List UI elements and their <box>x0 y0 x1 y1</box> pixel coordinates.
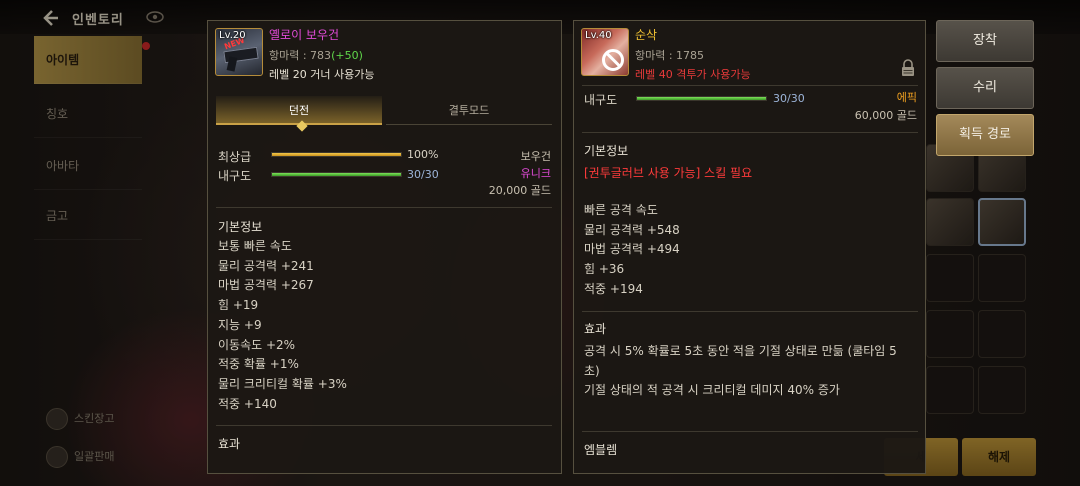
durability-bar-fill <box>637 97 766 100</box>
divider <box>216 425 552 426</box>
tab-dungeon[interactable]: 던전 <box>216 96 382 125</box>
item-requirement: 레벨 20 거너 사용가능 <box>269 68 375 81</box>
divider <box>582 85 918 86</box>
grade-percent: 100% <box>407 148 439 161</box>
effect-line: 공격 시 5% 확률로 5초 동안 적을 기절 상태로 만듦 (쿨타임 5초) <box>584 344 897 378</box>
resist-bonus: (+50) <box>331 49 363 62</box>
durability-bar-fill <box>272 173 401 176</box>
durability-label: 내구도 <box>584 93 618 107</box>
stat-line: 적중 +140 <box>218 396 277 411</box>
stat-line: 이동속도 +2% <box>218 337 296 352</box>
level-badge: Lv.20 <box>219 30 246 41</box>
equip-button[interactable]: 장착 <box>936 20 1034 62</box>
durability-bar <box>636 96 767 101</box>
acquire-path-button[interactable]: 획득 경로 <box>936 114 1034 156</box>
stat-line: 힘 +36 <box>584 262 625 277</box>
item-header: NEW Lv.20 옐로이 보우건 항마력 : 783(+50) 레벨 20 거… <box>208 21 561 85</box>
stat-line: 마법 공격력 +267 <box>218 278 314 293</box>
grade-bar <box>271 152 402 157</box>
grade-label: 최상급 <box>218 150 252 164</box>
item-price: 60,000 골드 <box>854 109 917 122</box>
stat-line: 물리 크리티컬 확률 +3% <box>218 376 347 391</box>
stat-line: 적중 확률 +1% <box>218 357 299 372</box>
stat-line: 빠른 공격 속도 <box>584 203 658 217</box>
stat-line: 힘 +19 <box>218 298 259 313</box>
divider <box>216 207 552 208</box>
durability-value: 30/30 <box>407 168 439 181</box>
effect-title: 효과 <box>584 322 607 336</box>
lock-icon[interactable] <box>901 59 915 77</box>
resist-label: 항마력 : 783 <box>269 49 332 62</box>
grade-bar-fill <box>272 153 401 156</box>
rarity-label: 유니크 <box>520 167 551 180</box>
resist-stat: 항마력 : 783(+50) <box>269 47 363 63</box>
effect-title: 효과 <box>218 437 241 451</box>
durability-label: 내구도 <box>218 169 252 183</box>
durability-value: 30/30 <box>773 92 805 105</box>
bowgun-item-icon: NEW Lv.20 <box>215 28 263 76</box>
resist-stat: 항마력 : 1785 <box>635 49 705 62</box>
basic-info-title: 기본정보 <box>584 144 629 158</box>
item-header: Lv.40 순삭 항마력 : 1785 레벨 40 격투가 사용가능 <box>574 21 925 85</box>
mode-tabs: 던전 결투모드 <box>216 96 552 132</box>
item-type: 보우건 <box>520 150 551 163</box>
item-requirement: 레벨 40 격투가 사용가능 <box>635 68 751 81</box>
stat-line: 마법 공격력 +494 <box>584 242 680 257</box>
equip-button-label: 장착 <box>973 33 997 48</box>
item-name: 순삭 <box>635 28 658 42</box>
repair-button-label: 수리 <box>973 80 997 95</box>
stat-line: 물리 공격력 +548 <box>584 222 680 237</box>
stat-line: 물리 공격력 +241 <box>218 258 314 273</box>
divider <box>582 431 918 432</box>
item-name: 옐로이 보우건 <box>269 28 340 42</box>
divider <box>582 311 918 312</box>
level-badge: Lv.40 <box>585 30 612 41</box>
effect-line: 기절 상태의 적 공격 시 크리티컬 데미지 40% 증가 <box>584 383 840 398</box>
stat-list: 빠른 공격 속도 물리 공격력 +548 마법 공격력 +494 힘 +36 적… <box>584 201 680 300</box>
divider <box>582 132 918 133</box>
item-tooltip-right: Lv.40 순삭 항마력 : 1785 레벨 40 격투가 사용가능 내구도 3… <box>573 20 926 474</box>
emblem-title: 엠블렘 <box>584 443 618 457</box>
stat-line: 적중 +194 <box>584 281 643 296</box>
stat-line: 보통 빠른 속도 <box>218 239 292 253</box>
acquire-path-button-label: 획득 경로 <box>959 127 1011 142</box>
item-tooltip-left: NEW Lv.20 옐로이 보우건 항마력 : 783(+50) 레벨 20 거… <box>207 20 562 474</box>
effect-text: 공격 시 5% 확률로 5초 동안 적을 기절 상태로 만듦 (쿨타임 5초) … <box>584 342 906 401</box>
repair-button[interactable]: 수리 <box>936 67 1034 109</box>
durability-bar <box>271 172 402 177</box>
gun-grip-shape <box>226 56 238 72</box>
rarity-label: 에픽 <box>896 91 917 104</box>
tab-pvp[interactable]: 결투모드 <box>386 96 552 125</box>
stat-list: 보통 빠른 속도 물리 공격력 +241 마법 공격력 +267 힘 +19 지… <box>218 237 347 414</box>
unusable-icon <box>602 49 624 71</box>
knuckle-item-icon: Lv.40 <box>581 28 629 76</box>
skill-required-text: [권투글러브 사용 가능] 스킬 필요 <box>584 166 753 180</box>
item-price: 20,000 골드 <box>488 184 551 197</box>
stat-line: 지능 +9 <box>218 317 262 332</box>
basic-info-title: 기본정보 <box>218 220 263 234</box>
